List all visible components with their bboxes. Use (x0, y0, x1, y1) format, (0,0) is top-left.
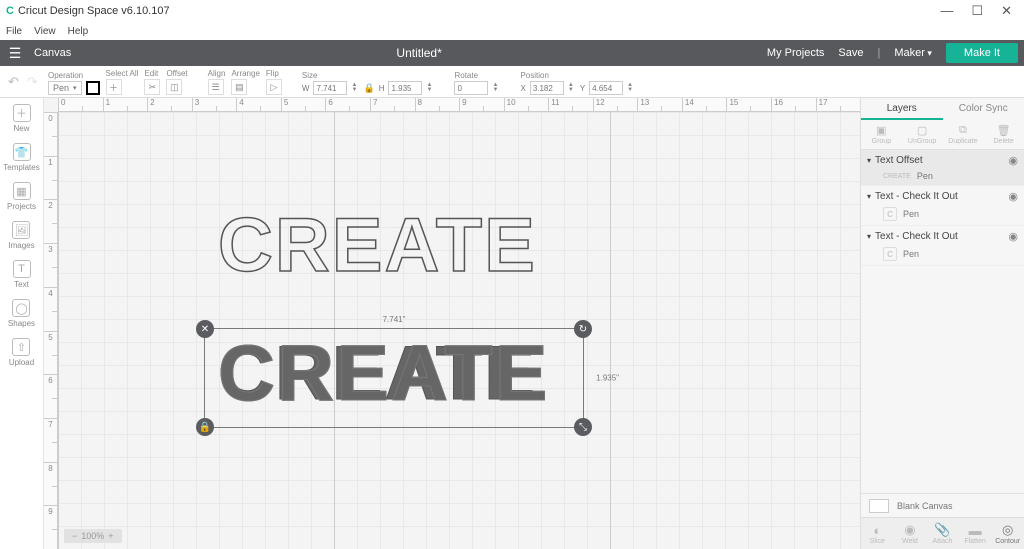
images-icon: 🖼 (12, 221, 30, 239)
right-panel: Layers Color Sync ▣Group ▢UnGroup ⧉Dupli… (860, 98, 1024, 549)
canvas-swatch (869, 499, 889, 513)
ruler-horizontal: 01234567891011121314151617 (58, 98, 860, 112)
rotate-handle[interactable]: ↻ (574, 320, 592, 338)
lock-handle[interactable]: 🔒 (196, 418, 214, 436)
duplicate-button[interactable]: ⧉Duplicate (943, 120, 984, 149)
canvas-area[interactable]: 01234567891011121314151617 0123456789 CR… (44, 98, 860, 549)
canvas-grid[interactable]: CREATE CREATE ✕ ↻ 🔒 ⤡ 7.741" 1.935" (58, 112, 860, 549)
resize-handle[interactable]: ⤡ (574, 418, 592, 436)
operation-select[interactable]: Pen (48, 81, 82, 95)
selection-height-label: 1.935" (596, 374, 619, 383)
attach-button[interactable]: 📎Attach (926, 518, 959, 549)
width-input[interactable]: 7.741 (313, 81, 347, 95)
menu-view[interactable]: View (34, 26, 56, 37)
caret-icon[interactable]: ▾ (867, 192, 871, 201)
weld-button[interactable]: ◉Weld (894, 518, 927, 549)
nav-projects[interactable]: ▦Projects (7, 182, 36, 211)
title-bar: C Cricut Design Space v6.10.107 — ☐ ✕ (0, 0, 1024, 22)
nav-images[interactable]: 🖼Images (8, 221, 34, 250)
selection-box[interactable]: ✕ ↻ 🔒 ⤡ 7.741" 1.935" (204, 328, 584, 428)
nav-templates[interactable]: 👕Templates (3, 143, 39, 172)
caret-icon[interactable]: ▾ (867, 232, 871, 241)
zoom-control[interactable]: −100%+ (64, 529, 122, 543)
close-button[interactable]: ✕ (1001, 3, 1012, 19)
contour-button[interactable]: ◎Contour (991, 518, 1024, 549)
height-stepper[interactable]: ▲▼ (426, 83, 434, 93)
width-stepper[interactable]: ▲▼ (351, 83, 359, 93)
rotate-input[interactable]: 0 (454, 81, 488, 95)
flatten-button[interactable]: ▬Flatten (959, 518, 992, 549)
x-stepper[interactable]: ▲▼ (568, 83, 576, 93)
canvas-label: Canvas (34, 47, 71, 59)
upload-icon: ⇧ (12, 338, 30, 356)
left-nav: ＋New 👕Templates ▦Projects 🖼Images TText … (0, 98, 44, 549)
projects-icon: ▦ (13, 182, 31, 200)
visibility-icon[interactable]: ◉ (1008, 154, 1018, 167)
operation-label: Operation (48, 71, 100, 80)
visibility-icon[interactable]: ◉ (1008, 190, 1018, 203)
app-title: Cricut Design Space v6.10.107 (18, 5, 170, 17)
rotate-stepper[interactable]: ▲▼ (492, 83, 500, 93)
delete-handle[interactable]: ✕ (196, 320, 214, 338)
options-toolbar: ↶ ↷ Operation Pen Select All＋ Edit✂ Offs… (0, 66, 1024, 98)
top-bar: ☰ Canvas Untitled* My Projects Save | Ma… (0, 40, 1024, 66)
undo-icon[interactable]: ↶ (8, 74, 19, 90)
height-input[interactable]: 1.935 (388, 81, 422, 95)
nav-shapes[interactable]: ◯Shapes (8, 299, 35, 328)
document-title: Untitled* (71, 46, 767, 60)
flip-button[interactable]: ▷ (266, 79, 282, 95)
nav-new[interactable]: ＋New (13, 104, 31, 133)
layer-item[interactable]: ▾Text - Check It Out◉ CPen (861, 226, 1024, 266)
edit-button[interactable]: ✂ (144, 79, 160, 95)
machine-selector[interactable]: Maker (894, 47, 932, 59)
text-object-1[interactable]: CREATE (218, 202, 537, 289)
ungroup-button[interactable]: ▢UnGroup (902, 120, 943, 149)
lock-aspect-icon[interactable]: 🔒 (363, 83, 374, 94)
layer-thumb: C (883, 207, 897, 221)
shapes-icon: ◯ (12, 299, 30, 317)
group-button[interactable]: ▣Group (861, 120, 902, 149)
make-it-button[interactable]: Make It (946, 43, 1018, 63)
separator: | (877, 47, 880, 59)
plus-icon: ＋ (13, 104, 31, 122)
y-input[interactable]: 4.654 (589, 81, 623, 95)
nav-text[interactable]: TText (13, 260, 31, 289)
align-button[interactable]: ☰ (208, 79, 224, 95)
tab-layers[interactable]: Layers (861, 98, 943, 120)
selection-width-label: 7.741" (383, 315, 406, 324)
arrange-button[interactable]: ▤ (231, 79, 247, 95)
select-all-button[interactable]: ＋ (106, 79, 122, 95)
minimize-button[interactable]: — (940, 3, 953, 19)
x-input[interactable]: 3.182 (530, 81, 564, 95)
slice-button[interactable]: ◐Slice (861, 518, 894, 549)
nav-upload[interactable]: ⇧Upload (9, 338, 34, 367)
layer-item[interactable]: ▾Text Offset◉ CREATEPen (861, 150, 1024, 186)
layer-operations: ◐Slice ◉Weld 📎Attach ▬Flatten ◎Contour (861, 517, 1024, 549)
hamburger-icon[interactable]: ☰ (0, 45, 30, 62)
menu-help[interactable]: Help (68, 26, 89, 37)
tab-color-sync[interactable]: Color Sync (943, 98, 1024, 120)
menu-file[interactable]: File (6, 26, 22, 37)
offset-button[interactable]: ◫ (166, 79, 182, 95)
save-button[interactable]: Save (838, 47, 863, 59)
layers-list: ▾Text Offset◉ CREATEPen ▾Text - Check It… (861, 150, 1024, 493)
templates-icon: 👕 (13, 143, 31, 161)
delete-button[interactable]: 🗑Delete (983, 120, 1024, 149)
maximize-button[interactable]: ☐ (971, 3, 983, 19)
redo-icon[interactable]: ↷ (27, 74, 38, 90)
color-swatch[interactable] (86, 81, 100, 95)
app-logo: C (6, 5, 14, 17)
ruler-vertical: 0123456789 (44, 112, 58, 549)
blank-canvas-row[interactable]: Blank Canvas (861, 493, 1024, 517)
my-projects-link[interactable]: My Projects (767, 47, 824, 59)
text-icon: T (13, 260, 31, 278)
y-stepper[interactable]: ▲▼ (627, 83, 635, 93)
caret-icon[interactable]: ▾ (867, 156, 871, 165)
layer-thumb: C (883, 247, 897, 261)
menu-bar: File View Help (0, 22, 1024, 40)
visibility-icon[interactable]: ◉ (1008, 230, 1018, 243)
layer-item[interactable]: ▾Text - Check It Out◉ CPen (861, 186, 1024, 226)
